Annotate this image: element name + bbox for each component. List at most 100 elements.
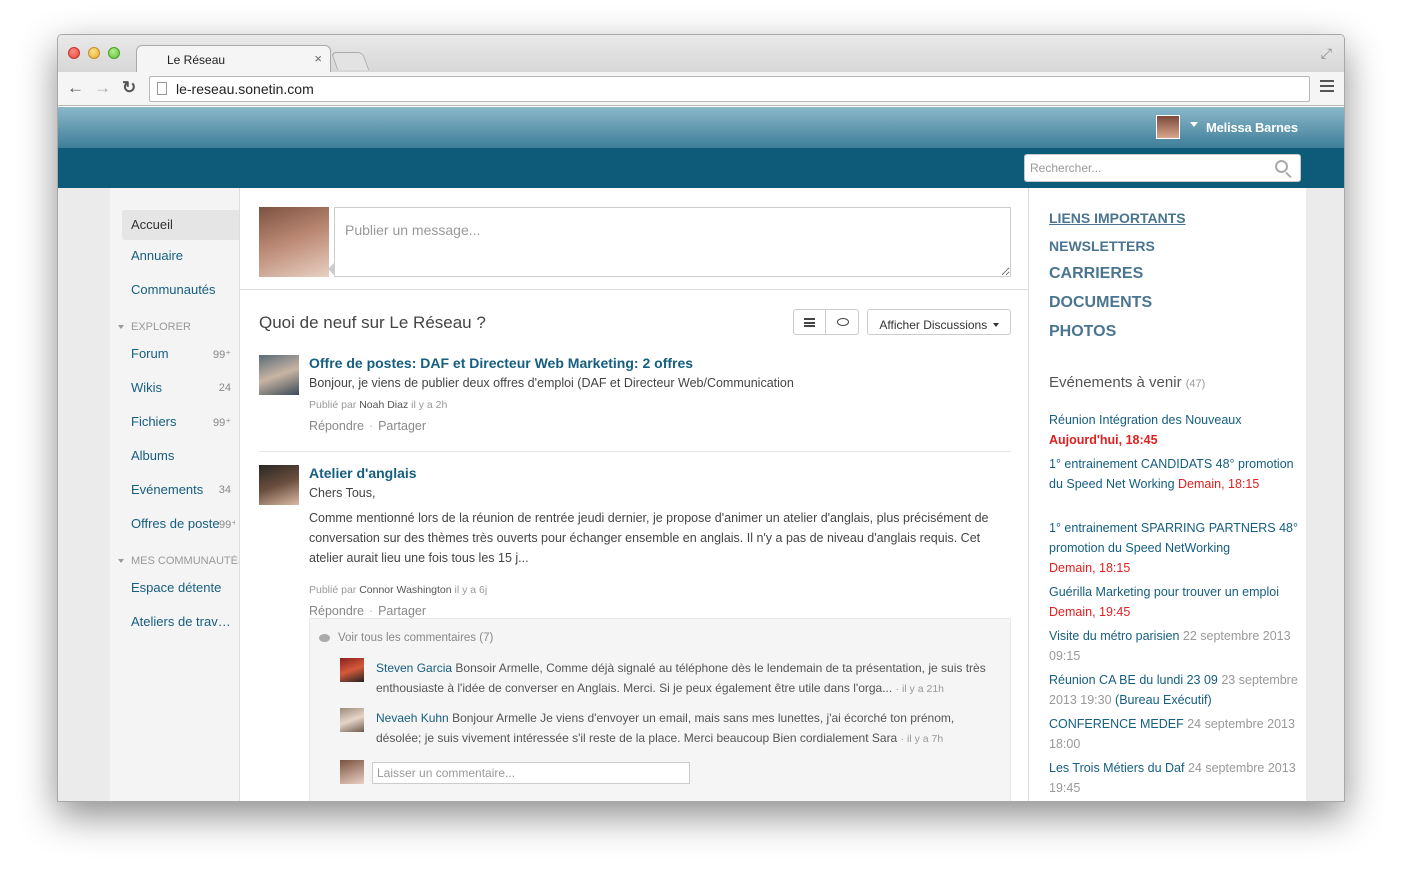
post-title[interactable]: Atelier d'anglais: [309, 465, 417, 481]
close-window-button[interactable]: [68, 47, 80, 59]
share-link[interactable]: Partager: [378, 419, 426, 433]
event-item[interactable]: Guérilla Marketing pour trouver un emplo…: [1049, 582, 1299, 622]
post-time: il y a 6j: [454, 584, 488, 596]
content-area: Accueil Annuaire Communautés EXPLORER Fo…: [58, 188, 1344, 801]
comment-bubble-icon: [319, 633, 330, 642]
link-liens-importants[interactable]: LIENS IMPORTANTS: [1049, 210, 1186, 226]
event-name: Visite du métro parisien: [1049, 629, 1180, 643]
explorer-section-title[interactable]: EXPLORER: [118, 321, 191, 333]
sidebar-item-wikis[interactable]: Wikis 24: [131, 380, 235, 395]
tab-bar: Le Réseau × ⤢: [58, 35, 1344, 72]
event-item[interactable]: Réunion CA BE du lundi 23 09 23 septembr…: [1049, 670, 1299, 710]
url-text: le-reseau.sonetin.com: [176, 81, 314, 97]
event-item[interactable]: Visite du métro parisien 22 septembre 20…: [1049, 626, 1299, 666]
fullscreen-icon[interactable]: ⤢: [1321, 45, 1332, 62]
post-author[interactable]: Connor Washington: [359, 584, 451, 596]
comment-time: · il y a 21h: [895, 683, 945, 695]
event-item[interactable]: Les Trois Métiers du Daf 24 septembre 20…: [1049, 758, 1299, 798]
sidebar: Accueil Annuaire Communautés EXPLORER Fo…: [110, 188, 245, 801]
user-avatar[interactable]: [1156, 115, 1180, 139]
event-date: Demain, 19:45: [1049, 605, 1131, 619]
event-date: Demain, 18:15: [1178, 477, 1260, 491]
collapse-icon: [118, 325, 124, 330]
link-carrieres[interactable]: CARRIERES: [1049, 265, 1143, 283]
sidebar-item-label: Forum: [131, 346, 169, 361]
comment-author-avatar[interactable]: [340, 708, 364, 732]
event-item[interactable]: CONFERENCE MEDEF 24 septembre 2013 18:00: [1049, 714, 1299, 754]
minimize-window-button[interactable]: [88, 47, 100, 59]
hamburger-menu-icon[interactable]: [1320, 80, 1334, 92]
reply-link[interactable]: Répondre: [309, 419, 364, 433]
post-actions: Répondre · Partager: [309, 604, 427, 618]
divider: [240, 289, 1028, 290]
post-author-avatar[interactable]: [259, 355, 299, 395]
post-actions: Répondre · Partager: [309, 419, 427, 433]
post-greeting: Chers Tous,: [309, 486, 376, 500]
post-author-avatar[interactable]: [259, 465, 299, 505]
sidebar-item-count: 99⁺: [212, 349, 231, 361]
tab-title: Le Réseau: [167, 53, 226, 67]
sidebar-item-fichiers[interactable]: Fichiers 99⁺: [131, 414, 235, 429]
comment-author[interactable]: Nevaeh Kuhn: [376, 711, 449, 725]
link-photos[interactable]: PHOTOS: [1049, 323, 1116, 341]
zoom-window-button[interactable]: [108, 47, 120, 59]
sidebar-item-label: Evénements: [131, 482, 204, 497]
discussion-view-button[interactable]: [825, 309, 859, 335]
event-item[interactable]: 1° entrainement SPARRING PARTNERS 48° pr…: [1049, 518, 1299, 578]
browser-window: Le Réseau × ⤢ ← → ↻ le-reseau.sonetin.co…: [57, 34, 1345, 802]
link-documents[interactable]: DOCUMENTS: [1049, 294, 1152, 312]
feed-title: Quoi de neuf sur Le Réseau ?: [259, 313, 486, 332]
sidebar-item-count: 34: [218, 484, 231, 496]
forward-icon[interactable]: →: [94, 78, 111, 98]
search-box: [1024, 154, 1301, 182]
back-icon[interactable]: ←: [67, 78, 84, 98]
sidebar-item-forum[interactable]: Forum 99⁺: [131, 346, 235, 361]
reply-link[interactable]: Répondre: [309, 604, 364, 618]
search-input[interactable]: [1025, 155, 1265, 181]
meta-prefix: Publié par: [309, 399, 357, 411]
sidebar-item-count: 24: [218, 382, 231, 394]
message-input[interactable]: [335, 208, 1010, 276]
event-date: Aujourd'hui, 18:45: [1049, 433, 1158, 447]
new-tab-button[interactable]: [330, 52, 370, 70]
event-name: Réunion Intégration des Nouveaux: [1049, 413, 1242, 427]
user-name[interactable]: Melissa Barnes: [1206, 120, 1298, 135]
communities-section-title[interactable]: MES COMMUNAUTÉS: [118, 555, 247, 567]
post-author[interactable]: Noah Diaz: [359, 399, 408, 411]
communities-section-label: MES COMMUNAUTÉS: [131, 555, 246, 567]
comment-input[interactable]: [372, 762, 690, 784]
sidebar-item-offres[interactable]: Offres de postes99⁺: [131, 516, 235, 531]
site-nav-bar: [58, 148, 1344, 188]
comment-author-avatar[interactable]: [340, 658, 364, 682]
post-title[interactable]: Offre de postes: DAF et Directeur Web Ma…: [309, 355, 693, 371]
event-item[interactable]: Réunion Intégration des Nouveaux Aujourd'…: [1049, 410, 1299, 450]
comment-text: Steven Garcia Bonsoir Armelle, Comme déj…: [376, 658, 1000, 699]
comment-author[interactable]: Steven Garcia: [376, 661, 452, 675]
sidebar-item-espace-detente[interactable]: Espace détente: [131, 580, 221, 595]
address-bar[interactable]: le-reseau.sonetin.com: [149, 76, 1310, 102]
event-item[interactable]: 1° entrainement CANDIDATS 48° promotion …: [1049, 454, 1299, 494]
sidebar-item-communautes[interactable]: Communautés: [131, 282, 216, 297]
browser-tab[interactable]: Le Réseau ×: [136, 45, 331, 72]
page-icon: [157, 82, 167, 95]
list-view-button[interactable]: [793, 309, 826, 335]
caret-down-icon: [992, 323, 999, 328]
show-discussions-dropdown[interactable]: Afficher Discussions: [867, 309, 1011, 335]
view-all-comments-link[interactable]: Voir tous les commentaires (7): [319, 632, 493, 644]
post-meta: Publié par Connor Washington il y a 6j: [309, 584, 487, 596]
share-link[interactable]: Partager: [378, 604, 426, 618]
event-name: Guérilla Marketing pour trouver un emplo…: [1049, 585, 1279, 599]
sidebar-item-annuaire[interactable]: Annuaire: [131, 248, 183, 263]
link-newsletters[interactable]: NEWSLETTERS: [1049, 238, 1155, 254]
tab-close-icon[interactable]: ×: [314, 51, 322, 66]
user-menu-caret-icon[interactable]: [1190, 122, 1198, 127]
reload-icon[interactable]: ↻: [122, 78, 136, 98]
sidebar-item-ateliers[interactable]: Ateliers de trav…: [131, 614, 231, 629]
dropdown-label: Afficher Discussions: [879, 317, 988, 332]
sidebar-item-accueil[interactable]: Accueil: [122, 210, 239, 240]
sidebar-item-evenements[interactable]: Evénements 34: [131, 482, 235, 497]
search-icon[interactable]: [1275, 160, 1288, 173]
list-icon: [804, 318, 815, 327]
event-date: Demain, 18:15: [1049, 561, 1131, 575]
sidebar-item-albums[interactable]: Albums: [131, 448, 235, 463]
